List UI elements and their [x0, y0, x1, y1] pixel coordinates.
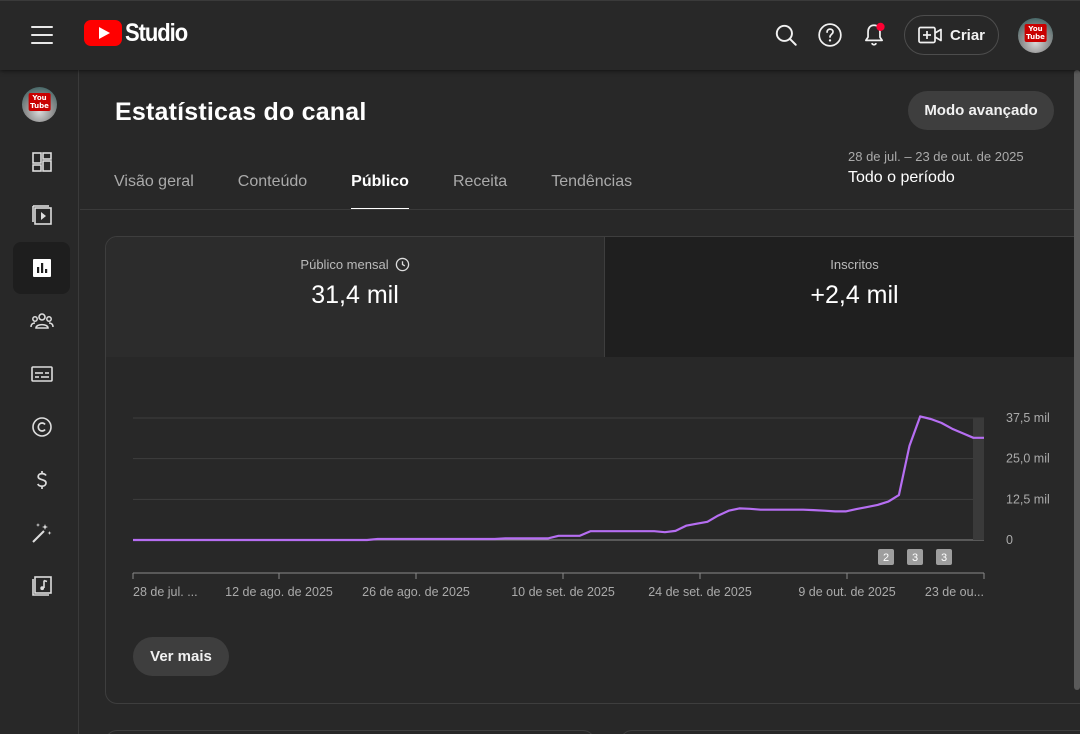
metric-label: Público mensal: [300, 257, 389, 272]
sidebar-item-customization[interactable]: [13, 507, 70, 559]
search-icon[interactable]: [773, 22, 799, 48]
tab-bar: Visão geral Conteúdo Público Receita Ten…: [114, 160, 676, 210]
metric-label-wrap: Público mensal: [106, 257, 604, 272]
scrollbar-thumb[interactable]: [1074, 70, 1080, 690]
notifications-icon[interactable]: [861, 22, 887, 48]
card-bottom-right: [620, 730, 1080, 734]
sidebar-item-community[interactable]: [13, 295, 70, 347]
x-tick-label: 26 de ago. de 2025: [362, 585, 470, 599]
metric-monthly-audience[interactable]: Público mensal 31,4 mil: [106, 237, 604, 357]
channel-avatar[interactable]: You Tube: [22, 87, 57, 122]
marker-label: 2: [883, 552, 889, 564]
earn-icon: [36, 471, 47, 489]
create-video-icon: [918, 26, 942, 44]
analytics-icon: [32, 259, 51, 277]
date-period-selector[interactable]: Todo o período: [848, 169, 955, 187]
sidebar-item-earn[interactable]: [13, 454, 70, 506]
dashboard-icon: [31, 152, 52, 172]
tabs-divider: [80, 209, 1080, 210]
x-tick-label: 10 de set. de 2025: [511, 585, 615, 599]
x-tick-label: 9 de out. de 2025: [798, 585, 895, 599]
avatar-logo-icon: You Tube: [1024, 24, 1047, 43]
copyright-icon: [31, 417, 52, 437]
x-tick-label: 28 de jul. ...: [133, 585, 198, 599]
metric-value: +2,4 mil: [810, 281, 899, 309]
create-button-label: Criar: [949, 26, 986, 44]
advanced-mode-button[interactable]: Modo avançado: [908, 91, 1054, 130]
clock-icon: [395, 257, 409, 272]
y-tick-label: 0: [1006, 533, 1013, 547]
page-title: Estatísticas do canal: [115, 98, 367, 126]
series-line: [133, 415, 984, 542]
sidebar-item-copyright[interactable]: [13, 401, 70, 453]
sidebar-item-dashboard[interactable]: [13, 136, 70, 188]
top-bar: Studio Criar You Tube: [0, 0, 1080, 70]
metric-label-wrap: Inscritos: [605, 257, 1080, 272]
menu-icon[interactable]: [31, 26, 53, 44]
audience-card: Público mensal 31,4 mil Inscritos +2,4 m…: [105, 236, 1080, 704]
tab-trends[interactable]: Tendências: [551, 160, 632, 210]
tab-content[interactable]: Conteúdo: [238, 160, 307, 210]
sidebar-item-content[interactable]: [13, 189, 70, 241]
logo-text: Studio: [125, 18, 188, 47]
main-content: Estatísticas do canal Modo avançado Visã…: [80, 70, 1080, 734]
tab-audience[interactable]: Público: [351, 160, 409, 210]
youtube-logo-icon: [84, 20, 122, 46]
tab-overview[interactable]: Visão geral: [114, 160, 194, 210]
tab-revenue[interactable]: Receita: [453, 160, 507, 210]
audience-line-chart[interactable]: 0 12,5 mil 25,0 mil 37,5 mil 2 3 3 28 de jul. .…: [106, 357, 1080, 617]
hover-column: [973, 418, 984, 540]
marker-label: 3: [941, 552, 947, 564]
y-tick-label: 37,5 mil: [1006, 411, 1050, 425]
date-range-label[interactable]: 28 de jul. – 23 de out. de 2025: [848, 149, 1024, 164]
sidebar: You Tube: [0, 70, 79, 734]
x-tick-label: 12 de ago. de 2025: [225, 585, 333, 599]
card-bottom-left: [105, 730, 595, 734]
content-icon: [31, 205, 52, 225]
sidebar-item-audio-library[interactable]: [13, 560, 70, 612]
channel-avatar-logo-icon: You Tube: [28, 93, 51, 112]
account-avatar[interactable]: You Tube: [1018, 18, 1053, 53]
metric-subscribers[interactable]: Inscritos +2,4 mil: [604, 237, 1080, 357]
x-tick-label: 24 de set. de 2025: [648, 585, 752, 599]
community-icon: [29, 313, 54, 329]
sidebar-item-analytics[interactable]: [13, 242, 70, 294]
sidebar-item-subtitles[interactable]: [13, 348, 70, 400]
customization-icon: [31, 523, 51, 543]
y-tick-label: 12,5 mil: [1006, 492, 1050, 506]
see-more-button[interactable]: Ver mais: [133, 637, 229, 676]
x-tick-label: 23 de ou...: [925, 585, 984, 599]
help-icon[interactable]: [817, 22, 843, 48]
scrollbar[interactable]: [1074, 70, 1080, 734]
marker-label: 3: [912, 552, 918, 564]
create-button[interactable]: Criar: [904, 15, 999, 55]
metric-value: 31,4 mil: [311, 281, 399, 309]
subtitles-icon: [30, 366, 53, 382]
metric-label: Inscritos: [830, 257, 879, 272]
studio-logo[interactable]: Studio: [84, 19, 196, 47]
audio-library-icon: [31, 576, 52, 596]
y-tick-label: 25,0 mil: [1006, 452, 1050, 466]
